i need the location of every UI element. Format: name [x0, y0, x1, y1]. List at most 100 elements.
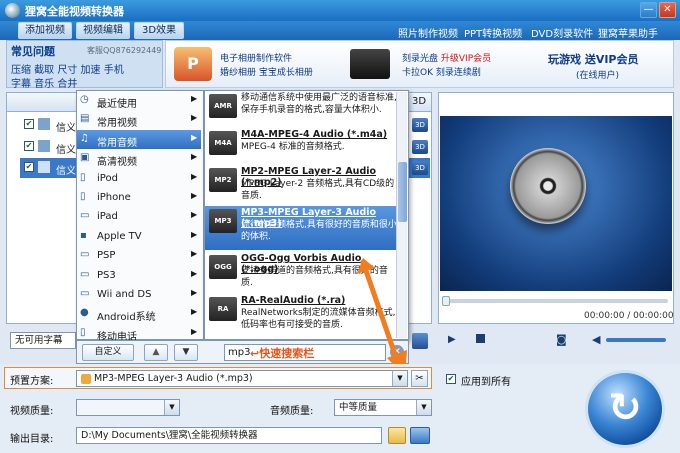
- volume-slider[interactable]: [606, 338, 666, 342]
- link-ppt-video[interactable]: PPT转换视频: [464, 25, 522, 40]
- open-folder-icon[interactable]: [410, 427, 430, 444]
- clock-icon: ◷: [80, 94, 89, 105]
- music-icon: [81, 373, 91, 384]
- ad-burn-line2[interactable]: 卡拉OK 刻录连续剧: [402, 65, 481, 78]
- 3d-badge-icon[interactable]: 3D: [412, 161, 428, 175]
- seek-thumb[interactable]: [442, 296, 450, 306]
- file-name: 信义: [56, 166, 76, 177]
- 3d-badge-icon[interactable]: 3D: [412, 140, 428, 154]
- format-badge-icon: M4A: [209, 131, 237, 155]
- close-button[interactable]: ✕: [659, 2, 676, 18]
- format-name: RA-RealAudio (*.ra): [241, 295, 346, 306]
- ad-burn-line1[interactable]: 刻录光盘: [402, 54, 438, 64]
- appletv-icon: ▪: [80, 229, 87, 241]
- add-video-button[interactable]: 添加视频: [18, 22, 72, 39]
- category-item[interactable]: ▯ iPod ▶: [77, 169, 201, 188]
- format-item[interactable]: AMR 移动通信系统中使用最广泛的语音标准,保存手机录音的格式,容量大体积小.: [205, 91, 397, 127]
- folder-icon[interactable]: [388, 427, 406, 444]
- file-thumb-icon: [38, 161, 50, 173]
- category-item[interactable]: ▪ Apple TV ▶: [77, 227, 201, 246]
- preset-select[interactable]: MP3-MPEG Layer-3 Audio (*.mp3) ▼: [76, 370, 408, 387]
- category-item[interactable]: ▤ 常用视频 ▶: [77, 110, 201, 129]
- category-item[interactable]: ▣ 高清视频 ▶: [77, 149, 201, 168]
- file-checkbox[interactable]: ✔: [24, 119, 34, 129]
- file-checkbox[interactable]: ✔: [24, 141, 34, 151]
- category-item[interactable]: ▭ PSP ▶: [77, 246, 201, 265]
- chevron-right-icon: ▶: [191, 191, 198, 200]
- category-item[interactable]: ▭ Wii and DS ▶: [77, 285, 201, 304]
- ad-album-line2[interactable]: 婚纱相册 宝宝成长相册: [220, 65, 313, 78]
- psp-icon: ▭: [80, 249, 90, 261]
- output-dir-label: 输出目录:: [10, 434, 54, 445]
- format-badge-icon: OGG: [209, 255, 237, 279]
- wii-icon: ▭: [80, 288, 90, 299]
- convert-arrow-icon: ↻: [608, 385, 642, 431]
- output-dir-input[interactable]: D:\My Documents\狸窝\全能视频转换器: [76, 427, 382, 444]
- chevron-down-icon[interactable]: ▼: [416, 400, 431, 415]
- file-name: 信义: [56, 123, 76, 134]
- apply-all-checkbox[interactable]: ✔: [446, 374, 456, 384]
- link-photo-video[interactable]: 照片制作视频: [398, 25, 458, 40]
- play-icon[interactable]: ▶: [448, 334, 456, 345]
- ad-game-vip[interactable]: 玩游戏 送VIP会员: [548, 51, 639, 67]
- chevron-right-icon: ▶: [191, 268, 198, 278]
- format-item[interactable]: M4A M4A-MPEG-4 Audio (*.m4a) MPEG-4 标准的音频格…: [205, 128, 397, 164]
- stop-icon[interactable]: [476, 334, 485, 343]
- move-up-icon[interactable]: ▲: [144, 344, 168, 361]
- minimize-button[interactable]: —: [640, 2, 657, 18]
- convert-button[interactable]: ↻: [585, 370, 665, 448]
- ad-album-line1[interactable]: 电子相册制作软件: [220, 51, 292, 64]
- 3d-effect-button[interactable]: 3D效果: [134, 22, 184, 39]
- ad-vip-upgrade[interactable]: 升级VIP会员: [441, 54, 491, 64]
- move-down-icon[interactable]: ▼: [174, 344, 198, 361]
- category-label: 高清视频: [97, 157, 137, 169]
- format-item[interactable]: MP3 MP3-MPEG Layer-3 Audio (*.mp3) 流行的音频格式…: [205, 206, 397, 250]
- format-scroll-thumb[interactable]: [398, 162, 407, 222]
- category-label: iPhone: [97, 192, 131, 203]
- faq-title[interactable]: 常见问题: [11, 43, 55, 59]
- customize-button[interactable]: 自定义: [82, 344, 134, 361]
- category-item[interactable]: ▭ iPad ▶: [77, 207, 201, 226]
- category-label: Android系统: [97, 312, 156, 324]
- search-value: mp3: [228, 347, 251, 358]
- chevron-down-icon[interactable]: ▼: [392, 371, 407, 386]
- chevron-right-icon: ▶: [191, 307, 198, 317]
- preset-tools-icon[interactable]: ✂: [411, 370, 428, 387]
- music-icon: ♫: [80, 132, 89, 144]
- edit-video-button[interactable]: 视频编辑: [76, 22, 130, 39]
- category-item[interactable]: ● Android系统 ▶: [77, 304, 201, 323]
- chevron-right-icon: ▶: [191, 229, 198, 239]
- chevron-down-icon[interactable]: ▼: [164, 400, 179, 415]
- audio-quality-select[interactable]: 中等质量 ▼: [334, 399, 432, 416]
- ipod-icon: ▯: [80, 171, 86, 183]
- seek-bar[interactable]: [440, 296, 672, 306]
- faq-links-row1[interactable]: 压缩 截取 尺寸 加速 手机: [11, 61, 124, 76]
- subtitle-select[interactable]: 无可用字幕: [10, 332, 76, 349]
- 3d-badge-icon[interactable]: 3D: [412, 118, 428, 132]
- link-dvd-burn[interactable]: DVD刻录软件: [531, 25, 593, 40]
- iphone-icon: ▯: [80, 191, 86, 202]
- category-item[interactable]: ▯ iPhone ▶: [77, 188, 201, 207]
- category-item[interactable]: ♫ 常用音频 ▶: [77, 129, 201, 149]
- format-item[interactable]: MP2 MP2-MPEG Layer-2 Audio (*.mp2) MPEG La…: [205, 165, 397, 205]
- faq-links-row2[interactable]: 字幕 音乐 合并: [11, 75, 77, 90]
- chevron-right-icon: ▶: [191, 94, 198, 103]
- preset-label: 预置方案:: [10, 376, 54, 387]
- android-icon: ●: [80, 307, 89, 319]
- audio-quality-label: 音频质量:: [270, 406, 314, 417]
- category-label: 常用视频: [97, 118, 137, 130]
- snapshot-icon[interactable]: ◙: [556, 333, 567, 346]
- video-quality-label: 视频质量:: [10, 406, 54, 417]
- category-label: 常用音频: [97, 137, 137, 149]
- volume-icon[interactable]: ◀: [592, 333, 600, 346]
- ipad-icon: ▭: [80, 210, 90, 222]
- link-apple-helper[interactable]: 狸窝苹果助手: [598, 25, 658, 40]
- app-logo-icon: [5, 3, 20, 18]
- output-dir-value: D:\My Documents\狸窝\全能视频转换器: [81, 430, 258, 441]
- video-quality-select[interactable]: ▼: [76, 399, 180, 416]
- category-item[interactable]: ◷ 最近使用 ▶: [77, 91, 201, 110]
- file-checkbox[interactable]: ✔: [24, 162, 34, 172]
- category-label: PSP: [97, 250, 116, 262]
- chevron-right-icon: ▶: [191, 171, 198, 181]
- category-item[interactable]: ▭ PS3 ▶: [77, 266, 201, 285]
